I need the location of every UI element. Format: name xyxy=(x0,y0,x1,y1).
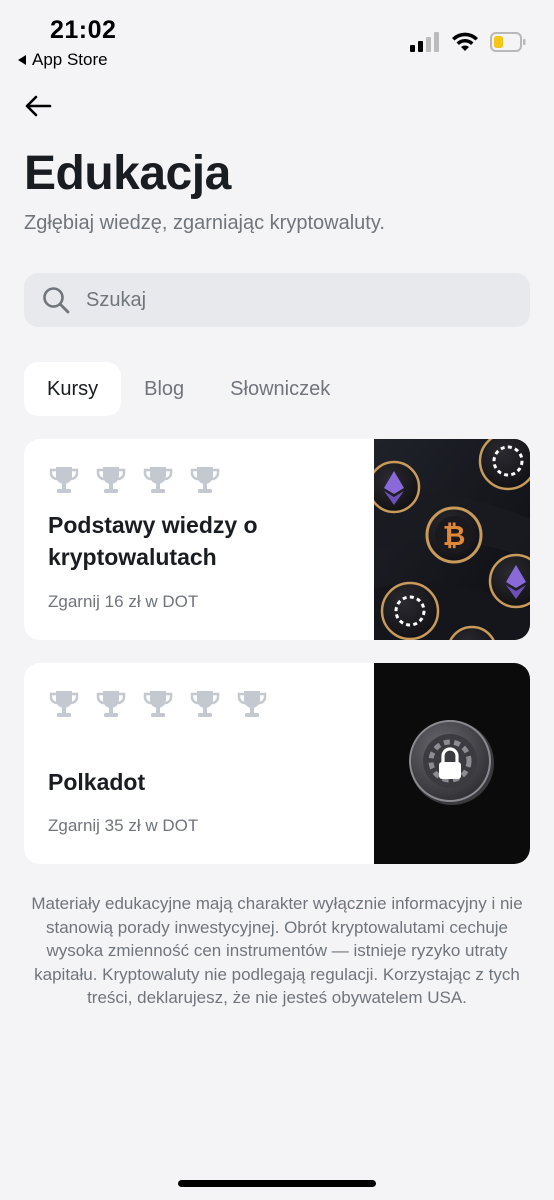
page-subtitle: Zgłębiaj wiedzę, zgarniając kryptowaluty… xyxy=(24,212,385,234)
back-to-app-store[interactable]: App Store xyxy=(18,50,108,70)
trophy-icon xyxy=(96,467,126,493)
tab-kursy[interactable]: Kursy xyxy=(24,362,122,416)
status-bar: 21:02 App Store xyxy=(0,0,554,80)
trophy-icon xyxy=(49,467,79,493)
trophy-icon xyxy=(143,467,173,493)
trophy-row xyxy=(48,689,268,719)
home-indicator[interactable] xyxy=(178,1180,376,1187)
course-reward: Zgarnij 35 zł w DOT xyxy=(48,816,199,835)
battery-low-icon xyxy=(490,32,526,52)
tab-slowniczek[interactable]: Słowniczek xyxy=(207,362,353,416)
disclaimer-text: Materiały edukacyjne mają charakter wyłą… xyxy=(31,894,523,1007)
svg-text:₿: ₿ xyxy=(443,519,466,552)
trophy-icon xyxy=(190,467,220,493)
trophy-icon xyxy=(237,691,267,717)
course-title: Polkadot xyxy=(48,769,146,795)
search-icon xyxy=(43,287,70,314)
status-icons xyxy=(410,32,526,52)
back-button[interactable] xyxy=(22,90,54,122)
trophy-row xyxy=(48,465,221,495)
search-bar[interactable] xyxy=(24,273,530,327)
trophy-icon xyxy=(49,691,79,717)
trophy-icon xyxy=(143,691,173,717)
course-reward: Zgarnij 16 zł w DOT xyxy=(48,592,199,611)
status-time: 21:02 xyxy=(50,16,117,44)
cellular-signal-icon xyxy=(410,32,439,52)
arrow-left-icon xyxy=(25,95,52,117)
page-title: Edukacja xyxy=(24,147,231,200)
crypto-coins-illustration: ₿ xyxy=(374,439,530,640)
locked-polkadot-coin-illustration xyxy=(374,663,530,864)
course-card[interactable]: Polkadot Zgarnij 35 zł w DOT xyxy=(24,663,530,864)
wifi-icon xyxy=(452,32,478,51)
trophy-icon xyxy=(96,691,126,717)
course-card[interactable]: Podstawy wiedzy o kryptowalutach Zgarnij… xyxy=(24,439,530,640)
search-input[interactable] xyxy=(86,288,486,312)
back-triangle-icon xyxy=(18,55,26,65)
back-app-label: App Store xyxy=(32,50,108,69)
course-title: Podstawy wiedzy o kryptowalutach xyxy=(48,512,258,570)
tab-blog[interactable]: Blog xyxy=(121,362,207,416)
trophy-icon xyxy=(190,691,220,717)
tab-bar: Kursy Blog Słowniczek xyxy=(24,362,353,416)
